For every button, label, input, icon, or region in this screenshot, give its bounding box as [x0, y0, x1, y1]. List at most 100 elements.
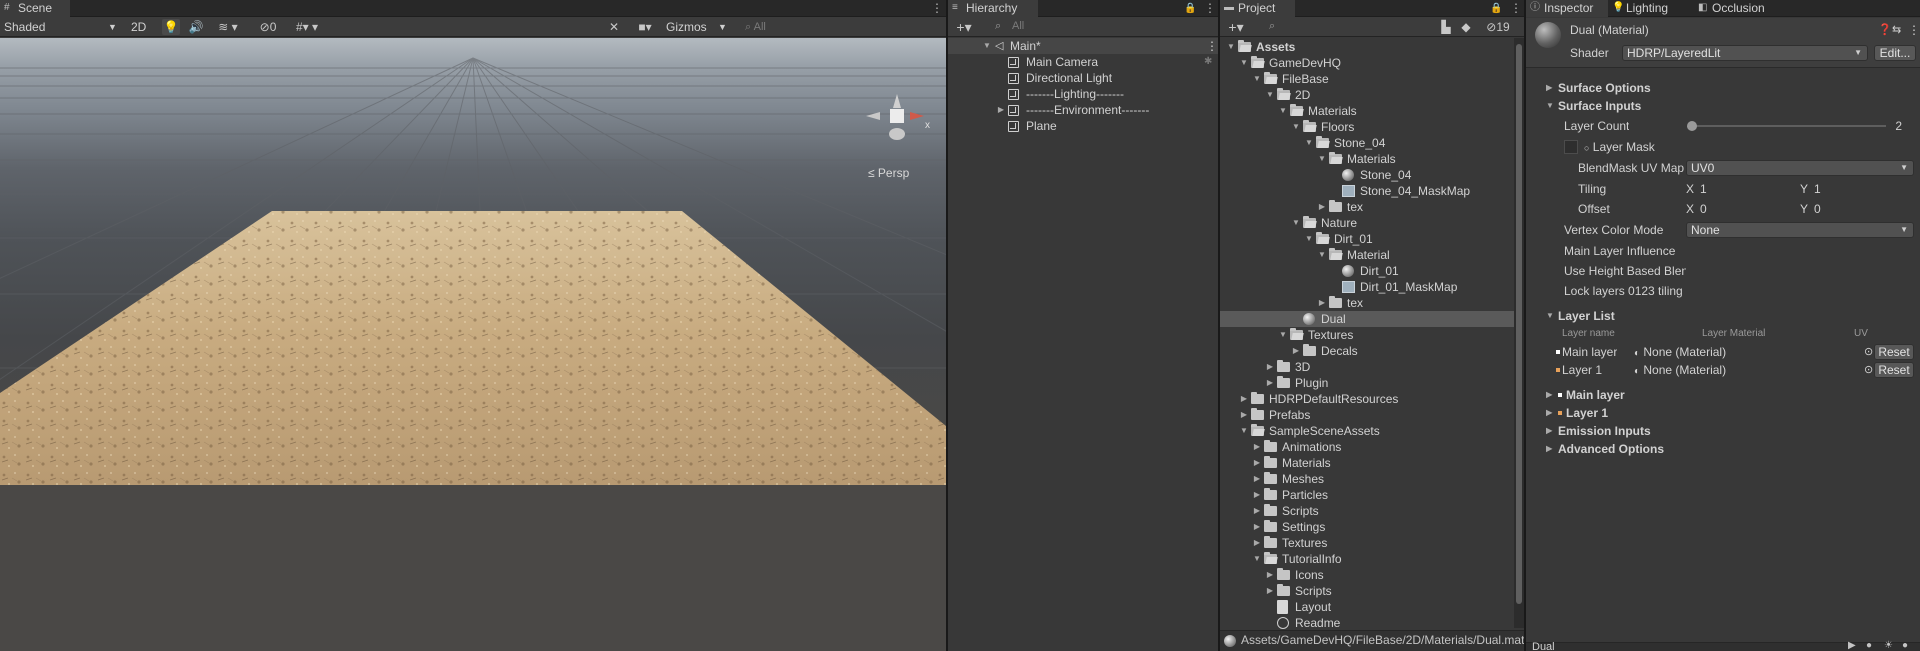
tools-icon[interactable]: ✕: [605, 19, 623, 35]
collapsed-arrow-icon[interactable]: ▶: [1252, 439, 1262, 455]
camera-icon[interactable]: ■▾: [630, 19, 660, 35]
project-asset-item[interactable]: Stone_04_MaskMap: [1330, 183, 1514, 199]
project-folder-item[interactable]: ▶ Plugin: [1265, 375, 1514, 391]
collapsed-arrow-icon[interactable]: ▶: [1317, 199, 1327, 215]
edit-shader-button[interactable]: Edit...: [1874, 45, 1916, 61]
project-folder-item[interactable]: ▼ Nature: [1291, 215, 1514, 231]
project-asset-item[interactable]: Dual: [1291, 311, 1514, 327]
uv-target-icon[interactable]: ⊙: [1864, 362, 1873, 378]
project-folder-item[interactable]: ▼ TutorialInfo: [1252, 551, 1514, 567]
layer-material-field[interactable]: ◐ None (Material): [1634, 344, 1726, 360]
inspector-menu-icon[interactable]: ⋮: [1908, 22, 1920, 38]
project-folder-item[interactable]: ▶ Materials: [1252, 455, 1514, 471]
expanded-arrow-icon[interactable]: ▼: [1304, 231, 1314, 247]
expanded-arrow-icon[interactable]: ▼: [1226, 39, 1236, 55]
project-asset-item[interactable]: Layout: [1265, 599, 1514, 615]
expanded-arrow-icon[interactable]: ▼: [1252, 551, 1262, 567]
layer-count-value[interactable]: 2: [1862, 118, 1902, 134]
collapsed-arrow-icon[interactable]: ▶: [1265, 359, 1275, 375]
collapsed-arrow-icon[interactable]: ▶: [1265, 583, 1275, 599]
vertex-color-mode-dropdown[interactable]: None ▼: [1686, 222, 1914, 238]
project-folder-item[interactable]: ▶ Animations: [1252, 439, 1514, 455]
scene-menu-icon[interactable]: ⋮: [1206, 38, 1218, 54]
scene-orientation-gizmo[interactable]: [862, 94, 932, 154]
collapsed-arrow-icon[interactable]: ▶: [1252, 503, 1262, 519]
hierarchy-item-plane[interactable]: Plane: [1008, 118, 1218, 134]
expanded-arrow-icon[interactable]: ▼: [1239, 55, 1249, 71]
project-folder-item[interactable]: ▼ Materials: [1278, 103, 1514, 119]
collapsed-arrow-icon[interactable]: ▶: [1265, 567, 1275, 583]
tab-inspector[interactable]: ⓘ Inspector: [1526, 0, 1608, 17]
expanded-arrow-icon[interactable]: ▼: [1317, 151, 1327, 167]
layer-mask-texture-slot[interactable]: [1564, 140, 1578, 154]
section-main-layer[interactable]: ▶ Main layer: [1546, 387, 1625, 403]
collapsed-arrow-icon[interactable]: ▶: [1239, 407, 1249, 423]
gizmos-dropdown[interactable]: Gizmos ▼: [666, 17, 730, 37]
project-folder-item[interactable]: ▶ Settings: [1252, 519, 1514, 535]
project-folder-item[interactable]: ▼ Assets: [1226, 39, 1514, 55]
scene-search-input[interactable]: ⌕ All: [745, 17, 935, 37]
collapsed-arrow-icon[interactable]: ▶: [1252, 471, 1262, 487]
sphere-icon[interactable]: ●: [1866, 640, 1872, 651]
section-surface-options[interactable]: ▶ Surface Options: [1546, 80, 1651, 96]
expanded-arrow-icon[interactable]: ▼: [1278, 327, 1288, 343]
collapsed-arrow-icon[interactable]: ▶: [1265, 375, 1275, 391]
project-folder-item[interactable]: ▼ Material: [1317, 247, 1514, 263]
project-folder-item[interactable]: ▼ Floors: [1291, 119, 1514, 135]
hierarchy-item-lighting[interactable]: -------Lighting-------: [1008, 86, 1218, 102]
effects-toggle-icon[interactable]: ≋ ▾: [213, 19, 243, 35]
project-folder-item[interactable]: ▶ Scripts: [1252, 503, 1514, 519]
main-layer-influence-label[interactable]: Main Layer Influence: [1564, 243, 1686, 259]
light-icon[interactable]: ☀: [1884, 640, 1893, 651]
project-folder-item[interactable]: ▶ Prefabs: [1239, 407, 1514, 423]
slider-knob[interactable]: [1687, 121, 1697, 131]
project-scrollbar[interactable]: [1514, 38, 1524, 628]
tab-lighting[interactable]: 💡 Lighting: [1608, 0, 1694, 17]
blendmask-dropdown[interactable]: UV0 ▼: [1686, 160, 1914, 176]
offset-y-field[interactable]: 0: [1814, 201, 1904, 217]
expanded-arrow-icon[interactable]: ▼: [1265, 87, 1275, 103]
play-icon[interactable]: ▶: [1848, 640, 1856, 651]
project-folder-item[interactable]: ▶ tex: [1317, 199, 1514, 215]
hierarchy-search-input[interactable]: ⌕ All: [990, 19, 1212, 35]
scene-tab-menu-icon[interactable]: ⋮: [931, 0, 943, 17]
hidden-objects-icon[interactable]: ⊘0: [253, 19, 283, 35]
grid-toggle-icon[interactable]: #▾ ▾: [289, 19, 325, 35]
reset-button[interactable]: Reset: [1874, 362, 1914, 378]
section-surface-inputs[interactable]: ▼ Surface Inputs: [1546, 98, 1641, 114]
audio-toggle-icon[interactable]: 🔊: [187, 19, 205, 35]
project-folder-item[interactable]: ▶ Particles: [1252, 487, 1514, 503]
project-folder-item[interactable]: ▶ HDRPDefaultResources: [1239, 391, 1514, 407]
use-height-based-blend-label[interactable]: Use Height Based Blend: [1564, 263, 1686, 279]
scene-root-item[interactable]: ▼ ◁ Main* ⋮: [982, 38, 1218, 54]
uv-target-icon[interactable]: ⊙: [1864, 344, 1873, 360]
collapsed-arrow-icon[interactable]: ▶: [1252, 519, 1262, 535]
collapsed-arrow-icon[interactable]: ▶: [1291, 343, 1301, 359]
collapsed-arrow-icon[interactable]: ▶: [1317, 295, 1327, 311]
scene-viewport[interactable]: x ≤ Persp: [0, 38, 946, 651]
project-folder-item[interactable]: ▶ Textures: [1252, 535, 1514, 551]
project-folder-item[interactable]: ▶ Decals: [1291, 343, 1514, 359]
expanded-arrow-icon[interactable]: ▼: [1304, 135, 1314, 151]
project-folder-item[interactable]: ▼ Stone_04: [1304, 135, 1514, 151]
preview-menu-icon[interactable]: ●: [1902, 640, 1908, 651]
scrollbar-thumb[interactable]: [1516, 44, 1522, 604]
expanded-arrow-icon[interactable]: ▼: [1278, 103, 1288, 119]
reset-button[interactable]: Reset: [1874, 344, 1914, 360]
collapsed-arrow-icon[interactable]: ▶: [1239, 391, 1249, 407]
tiling-x-field[interactable]: 1: [1700, 181, 1790, 197]
hierarchy-item-environment[interactable]: ▶ -------Environment-------: [996, 102, 1218, 118]
expanded-arrow-icon[interactable]: ▼: [1239, 423, 1249, 439]
project-folder-item[interactable]: ▼ GameDevHQ: [1239, 55, 1514, 71]
project-folder-item[interactable]: ▶ Scripts: [1265, 583, 1514, 599]
shader-dropdown[interactable]: HDRP/LayeredLit ▼: [1622, 45, 1868, 61]
project-folder-item[interactable]: ▶ 3D: [1265, 359, 1514, 375]
section-layer-1[interactable]: ▶ Layer 1: [1546, 405, 1608, 421]
shading-mode-dropdown[interactable]: Shaded ▼: [4, 17, 120, 37]
hierarchy-item-directional-light[interactable]: Directional Light: [1008, 70, 1218, 86]
hierarchy-tab-menu-icon[interactable]: ⋮: [1204, 0, 1216, 17]
offset-x-field[interactable]: 0: [1700, 201, 1790, 217]
object-picker-icon[interactable]: ○: [1584, 143, 1589, 153]
toggle-2d-button[interactable]: 2D: [131, 17, 146, 37]
project-folder-item[interactable]: ▶ tex: [1317, 295, 1514, 311]
